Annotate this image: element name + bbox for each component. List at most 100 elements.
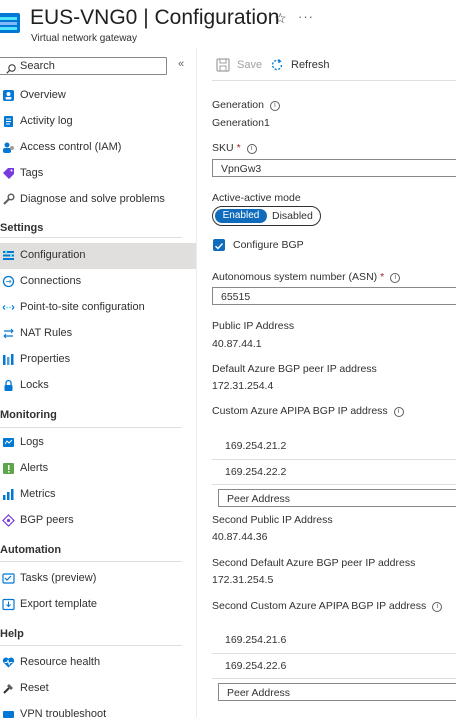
second-peer-address-input[interactable]: Peer Address bbox=[218, 683, 456, 701]
sidebar-item-label: Reset bbox=[20, 682, 49, 694]
configuration-icon bbox=[2, 249, 15, 262]
sidebar-item-overview[interactable]: Overview bbox=[0, 83, 196, 109]
sidebar-item-tasks[interactable]: Tasks (preview) bbox=[0, 566, 196, 592]
toggle-enabled-option[interactable]: Enabled bbox=[215, 209, 267, 223]
page-title: EUS-VNG0 | Configuration bbox=[30, 6, 280, 29]
more-options-icon[interactable]: ··· bbox=[298, 9, 314, 24]
sidebar-item-label: Activity log bbox=[20, 115, 73, 127]
second-apipa-address-2[interactable]: 169.254.22.6 bbox=[225, 660, 286, 672]
sidebar-item-diagnose[interactable]: Diagnose and solve problems bbox=[0, 187, 196, 213]
settings-section-header: Settings bbox=[0, 222, 44, 234]
sidebar-item-nat-rules[interactable]: NAT Rules bbox=[0, 321, 196, 347]
sidebar-item-access-control[interactable]: Access control (IAM) bbox=[0, 135, 196, 161]
configure-bgp-checkbox[interactable] bbox=[213, 239, 225, 251]
page-subtitle: Virtual network gateway bbox=[31, 33, 137, 44]
asn-field[interactable]: 65515 bbox=[212, 287, 456, 305]
sidebar-item-reset[interactable]: Reset bbox=[0, 676, 196, 702]
metrics-icon bbox=[2, 488, 15, 501]
sku-field[interactable]: VpnGw3 bbox=[212, 159, 456, 177]
active-active-toggle[interactable]: Enabled Disabled bbox=[212, 206, 321, 226]
virtual-network-gateway-icon bbox=[0, 11, 22, 35]
default-bgp-label: Default Azure BGP peer IP address bbox=[212, 363, 377, 375]
custom-apipa-label: Custom Azure APIPA BGP IP address i bbox=[212, 405, 404, 417]
toolbar-divider bbox=[212, 80, 456, 81]
apipa-address-2[interactable]: 169.254.22.2 bbox=[225, 466, 286, 478]
public-ip-value: 40.87.44.1 bbox=[212, 338, 262, 350]
row-divider bbox=[212, 653, 456, 654]
second-public-ip-value: 40.87.44.36 bbox=[212, 531, 268, 543]
sidebar-item-label: Metrics bbox=[20, 488, 56, 500]
sidebar-item-label: Configuration bbox=[20, 249, 86, 261]
sidebar-item-label: Resource health bbox=[20, 656, 101, 668]
required-asterisk: * bbox=[380, 271, 385, 283]
info-icon[interactable]: i bbox=[246, 144, 257, 154]
alerts-icon bbox=[2, 462, 15, 475]
sidebar-item-vpn-troubleshoot[interactable]: VPN troubleshoot bbox=[0, 702, 196, 728]
sidebar-item-export-template[interactable]: Export template bbox=[0, 592, 196, 618]
sidebar-item-label: Locks bbox=[20, 379, 49, 391]
sidebar-item-metrics[interactable]: Metrics bbox=[0, 482, 196, 508]
sidebar-item-label: Connections bbox=[20, 275, 82, 287]
second-public-ip-label: Second Public IP Address bbox=[212, 514, 333, 526]
sidebar-item-locks[interactable]: Locks bbox=[0, 373, 196, 399]
search-icon bbox=[6, 61, 16, 74]
toggle-disabled-option[interactable]: Disabled bbox=[272, 209, 313, 223]
info-icon[interactable]: i bbox=[269, 101, 280, 111]
sidebar-item-bgp-peers[interactable]: BGP peers bbox=[0, 508, 196, 534]
sidebar-item-resource-health[interactable]: Resource health bbox=[0, 650, 196, 676]
sidebar-item-label: Overview bbox=[20, 89, 66, 101]
section-divider bbox=[0, 427, 182, 428]
sidebar-item-configuration[interactable]: Configuration bbox=[0, 243, 196, 269]
activity-log-icon bbox=[2, 115, 15, 128]
sidebar-item-point-to-site[interactable]: Point-to-site configuration bbox=[0, 295, 196, 321]
sidebar-item-properties[interactable]: Properties bbox=[0, 347, 196, 373]
sidebar-item-label: Tasks (preview) bbox=[20, 572, 97, 584]
info-icon[interactable]: i bbox=[390, 273, 401, 283]
sku-label: SKU * i bbox=[212, 142, 257, 154]
default-bgp-value: 172.31.254.4 bbox=[212, 380, 274, 392]
resource-health-icon bbox=[2, 656, 15, 669]
bgp-peers-icon bbox=[2, 514, 15, 527]
sidebar-item-label: Point-to-site configuration bbox=[20, 301, 145, 313]
sidebar-item-activity-log[interactable]: Activity log bbox=[0, 109, 196, 135]
export-template-icon bbox=[2, 598, 15, 611]
generation-label: Generation i bbox=[212, 99, 280, 111]
sidebar-item-logs[interactable]: Logs bbox=[0, 430, 196, 456]
sidebar-item-label: BGP peers bbox=[20, 514, 74, 526]
connections-icon bbox=[2, 275, 15, 288]
properties-icon bbox=[2, 353, 15, 366]
info-icon[interactable]: i bbox=[432, 602, 443, 612]
sidebar-item-label: NAT Rules bbox=[20, 327, 73, 339]
row-divider bbox=[212, 678, 456, 679]
monitoring-section-header: Monitoring bbox=[0, 409, 57, 421]
logs-icon bbox=[2, 436, 15, 449]
sidebar-item-tags[interactable]: Tags bbox=[0, 161, 196, 187]
point-to-site-icon bbox=[2, 301, 15, 314]
save-icon bbox=[216, 58, 230, 72]
apipa-address-1[interactable]: 169.254.21.2 bbox=[225, 440, 286, 452]
sidebar-item-label: Diagnose and solve problems bbox=[20, 193, 165, 205]
public-ip-label: Public IP Address bbox=[212, 320, 295, 332]
refresh-button[interactable]: Refresh bbox=[291, 59, 330, 71]
peer-address-input[interactable]: Peer Address bbox=[218, 489, 456, 507]
info-icon[interactable]: i bbox=[393, 407, 404, 417]
help-section-header: Help bbox=[0, 628, 24, 640]
vpn-troubleshoot-icon bbox=[2, 708, 15, 721]
reset-icon bbox=[2, 682, 15, 695]
sidebar-item-connections[interactable]: Connections bbox=[0, 269, 196, 295]
collapse-menu-icon[interactable]: « bbox=[178, 58, 184, 70]
active-active-label: Active-active mode bbox=[212, 192, 301, 204]
sidebar-divider bbox=[196, 48, 197, 717]
generation-value: Generation1 bbox=[212, 117, 270, 129]
save-button[interactable]: Save bbox=[237, 59, 262, 71]
second-apipa-address-1[interactable]: 169.254.21.6 bbox=[225, 634, 286, 646]
automation-section-header: Automation bbox=[0, 544, 62, 556]
sidebar-item-label: Tags bbox=[20, 167, 44, 179]
sidebar-item-label: Alerts bbox=[20, 462, 49, 474]
favorite-star-icon[interactable]: ☆ bbox=[274, 10, 287, 27]
section-divider bbox=[0, 645, 182, 646]
nat-rules-icon bbox=[2, 327, 15, 340]
sidebar-item-alerts[interactable]: Alerts bbox=[0, 456, 196, 482]
second-default-bgp-value: 172.31.254.5 bbox=[212, 574, 274, 586]
configure-bgp-label: Configure BGP bbox=[233, 239, 304, 251]
